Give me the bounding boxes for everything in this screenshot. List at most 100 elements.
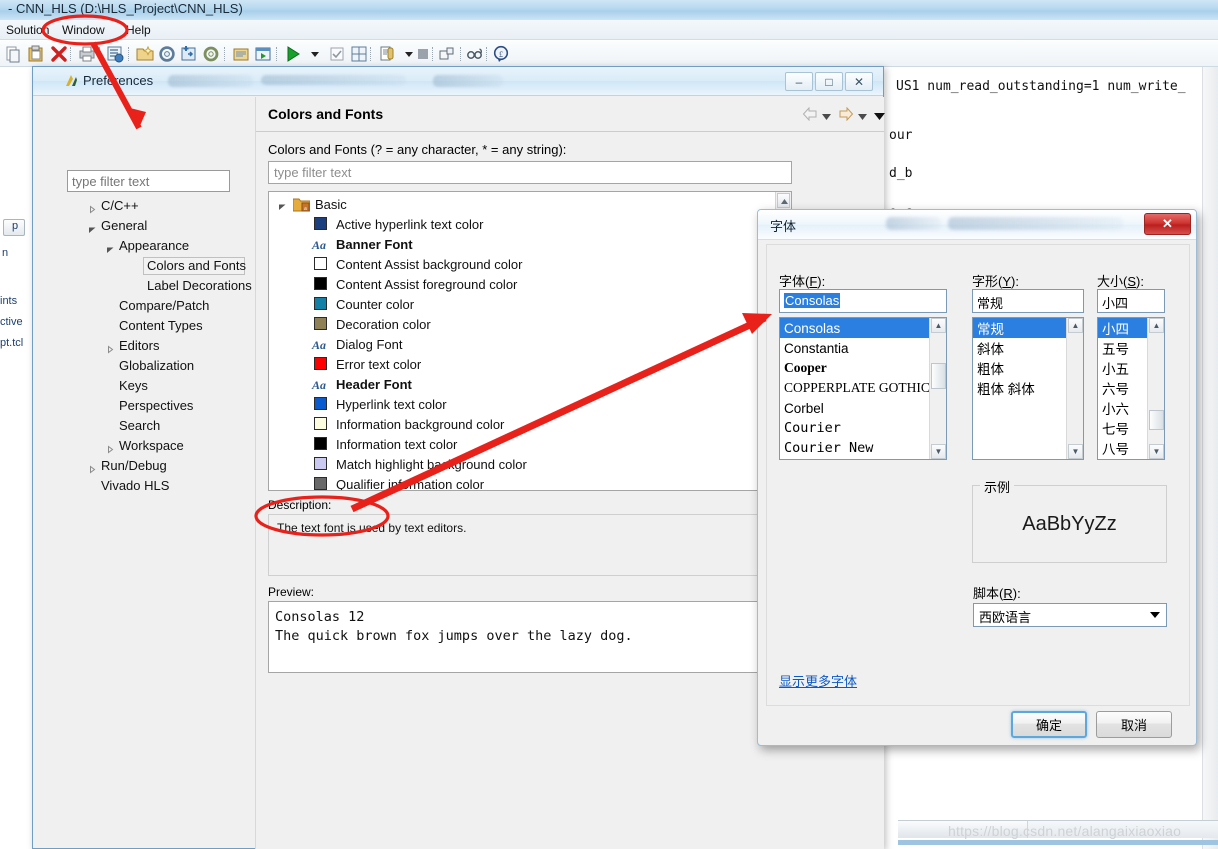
paste-icon[interactable] [27,45,45,63]
run-dropdown-icon[interactable] [306,45,324,63]
settings-gear-icon[interactable] [158,45,176,63]
cf-row-basic[interactable]: a Basic [269,194,791,214]
font-list-item[interactable]: Corbel [780,398,946,418]
ok-button[interactable]: 确定 [1011,711,1087,738]
tree-item-cpp[interactable]: C/C++ [101,198,139,213]
tree-item-colors-and-fonts[interactable]: Colors and Fonts [147,258,246,273]
new-project-icon[interactable] [136,45,154,63]
scroll-up-arrow[interactable] [777,193,790,208]
tree-item-general[interactable]: General [101,218,147,233]
print-icon[interactable] [78,45,96,63]
font-dialog-close-button[interactable]: ✕ [1144,213,1191,235]
tree-item-keys[interactable]: Keys [119,378,148,393]
tree-item-compare-patch[interactable]: Compare/Patch [119,298,209,313]
run-simulation-icon[interactable] [254,45,272,63]
cf-arrow-basic[interactable] [278,200,287,214]
menu-solution[interactable]: Solution [2,22,53,38]
tree-item-label-decorations[interactable]: Label Decorations [147,278,252,293]
font-family-scrollbar[interactable]: ▲ ▼ [929,318,946,459]
export-icon[interactable] [378,45,396,63]
menu-window[interactable]: Window [58,22,109,38]
cf-row-counter-color[interactable]: Counter color [269,294,791,314]
cf-row-hyperlink-text-color[interactable]: Hyperlink text color [269,394,791,414]
preferences-filter-input[interactable]: type filter text [67,170,230,192]
cf-row-dialog-font[interactable]: Aa Dialog Font [269,334,791,354]
script-combobox[interactable]: 西欧语言 [973,603,1167,627]
font-list-item[interactable]: COPPERPLATE GOTHIC [780,378,946,398]
tree-item-editors[interactable]: Editors [119,338,159,353]
tree-item-perspectives[interactable]: Perspectives [119,398,193,413]
tree-arrow-workspace[interactable] [106,443,115,454]
open-report-icon[interactable] [232,45,250,63]
font-list-item[interactable]: Courier [780,418,946,438]
tree-arrow-cpp[interactable] [88,203,97,214]
run-c-synthesis-icon[interactable] [106,45,124,63]
font-dialog-title-bar[interactable]: 字体 ✕ [758,210,1196,240]
perspective-icon[interactable] [438,45,456,63]
validate-icon[interactable] [328,45,346,63]
font-style-list[interactable]: 常规 斜体 粗体 粗体 斜体 ▲ ▼ [972,317,1084,460]
font-size-input[interactable]: 小四 [1097,289,1165,313]
forward-arrow-icon[interactable] [838,106,854,124]
font-list-item[interactable]: Constantia [780,338,946,358]
font-style-scrollbar[interactable]: ▲ ▼ [1066,318,1083,459]
tree-item-appearance[interactable]: Appearance [119,238,189,253]
preferences-gear-icon[interactable] [202,45,220,63]
cf-row-match-highlight[interactable]: Match highlight background color [269,454,791,474]
tree-item-run-debug[interactable]: Run/Debug [101,458,167,473]
copy-icon[interactable] [4,45,22,63]
cf-row-active-hyperlink[interactable]: Active hyperlink text color [269,214,791,234]
scroll-up-arrow[interactable]: ▲ [931,318,946,333]
forward-dropdown-icon[interactable] [858,110,867,124]
close-button[interactable]: ✕ [845,72,873,91]
tree-arrow-editors[interactable] [106,343,115,354]
scroll-down-arrow[interactable]: ▼ [1068,444,1083,459]
page-menu-icon[interactable] [874,110,885,124]
run-icon[interactable] [284,45,302,63]
tree-item-vivado-hls[interactable]: Vivado HLS [101,478,169,493]
font-size-scrollbar[interactable]: ▲ ▼ [1147,318,1164,459]
scroll-thumb[interactable] [931,363,946,389]
editor-scrollbar[interactable] [1202,67,1218,849]
show-more-fonts-link[interactable]: 显示更多字体 [779,671,857,690]
font-list-item[interactable]: Courier New [780,438,946,458]
font-family-list[interactable]: Consolas Constantia Cooper COPPERPLATE G… [779,317,947,460]
glasses-icon[interactable] [466,45,484,63]
font-list-item[interactable]: Consolas [780,318,946,338]
scroll-down-arrow[interactable]: ▼ [931,444,946,459]
colors-fonts-tree[interactable]: a Basic Active hyperlink text color Aa B… [268,191,792,491]
cf-row-decoration-color[interactable]: Decoration color [269,314,791,334]
cf-row-banner-font[interactable]: Aa Banner Font [269,234,791,254]
tree-item-globalization[interactable]: Globalization [119,358,194,373]
speech-bubble-icon[interactable]: £ [492,45,510,63]
scroll-down-arrow[interactable]: ▼ [1149,444,1164,459]
add-directive-icon[interactable] [180,45,198,63]
tree-arrow-appearance[interactable] [106,243,115,253]
back-dropdown-icon[interactable] [822,110,831,124]
tree-item-content-types[interactable]: Content Types [119,318,203,333]
cf-row-information-background[interactable]: Information background color [269,414,791,434]
cf-row-information-text[interactable]: Information text color [269,434,791,454]
cancel-button[interactable]: 取消 [1096,711,1172,738]
colors-fonts-filter-input[interactable]: type filter text [268,161,792,184]
back-arrow-icon[interactable] [802,106,818,124]
scroll-up-arrow[interactable]: ▲ [1149,318,1164,333]
font-family-input[interactable]: Consolas [779,289,947,313]
grid-icon[interactable] [350,45,368,63]
delete-icon[interactable] [50,45,68,63]
menu-help[interactable]: Help [122,22,155,38]
tree-arrow-general[interactable] [88,223,97,233]
tree-arrow-run-debug[interactable] [88,463,97,474]
stop-icon[interactable] [414,45,432,63]
tree-item-workspace[interactable]: Workspace [119,438,184,453]
scroll-up-arrow[interactable]: ▲ [1068,318,1083,333]
minimize-button[interactable]: – [785,72,813,91]
cf-row-error-text-color[interactable]: Error text color [269,354,791,374]
maximize-button[interactable]: □ [815,72,843,91]
font-size-list[interactable]: 小四 五号 小五 六号 小六 七号 八号 ▲ ▼ [1097,317,1165,460]
cf-row-ca-background[interactable]: Content Assist background color [269,254,791,274]
cf-row-ca-foreground[interactable]: Content Assist foreground color [269,274,791,294]
scroll-thumb[interactable] [1149,410,1164,430]
cf-row-header-font[interactable]: Aa Header Font [269,374,791,394]
tree-item-search[interactable]: Search [119,418,160,433]
